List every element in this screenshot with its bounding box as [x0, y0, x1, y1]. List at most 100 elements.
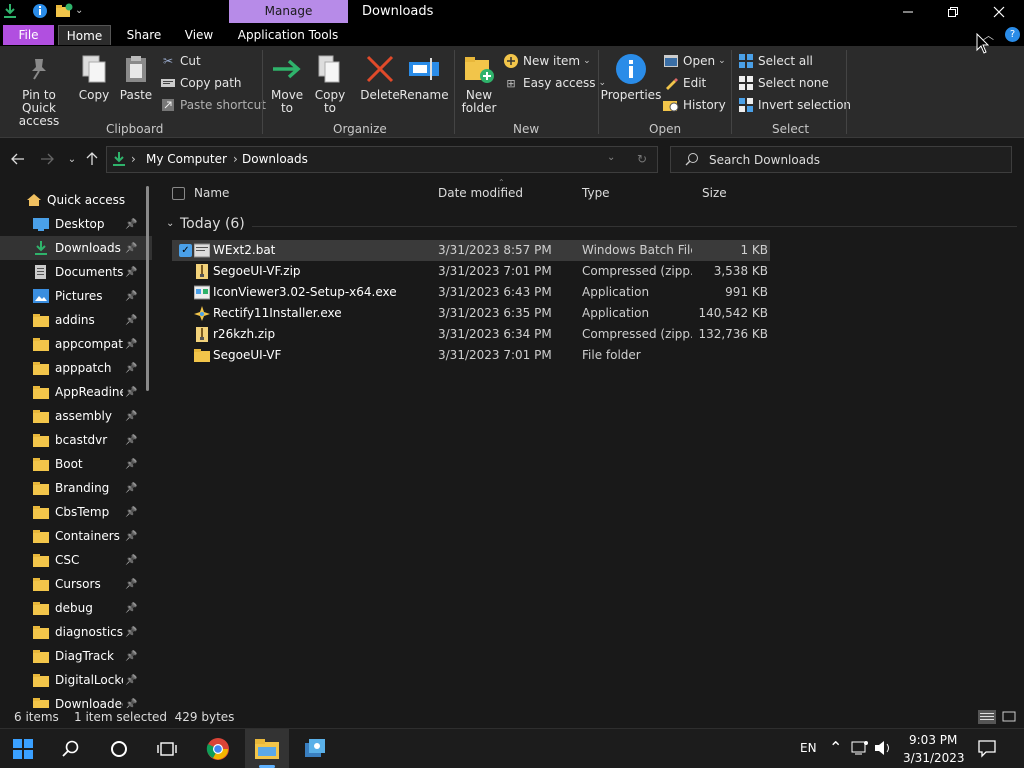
- search-box[interactable]: [670, 146, 1012, 173]
- network-icon[interactable]: [851, 740, 869, 759]
- file-row[interactable]: r26kzh.zip 3/31/2023 6:34 PM Compressed (z…: [172, 324, 770, 345]
- back-arrow-icon[interactable]: [9, 150, 27, 168]
- sidebar-item-digitallocker[interactable]: DigitalLocker📌: [0, 668, 152, 692]
- paste-shortcut-button[interactable]: Paste shortcut: [160, 96, 266, 114]
- sidebar-item-csc[interactable]: CSC 📌: [0, 548, 152, 572]
- tab-view[interactable]: View: [176, 25, 222, 45]
- refresh-icon[interactable]: ↻: [637, 152, 647, 166]
- copy-path-label: Copy path: [180, 76, 242, 90]
- properties-button[interactable]: Properties: [601, 52, 661, 102]
- column-size[interactable]: Size: [702, 186, 727, 200]
- sidebar-scrollbar[interactable]: [146, 186, 149, 391]
- manage-tab[interactable]: Manage: [229, 0, 348, 23]
- pinned-app-button[interactable]: [293, 729, 337, 768]
- file-explorer-taskbar-button[interactable]: [245, 729, 289, 768]
- sidebar-item-quick-access[interactable]: Quick access: [0, 188, 152, 212]
- large-icons-view-icon[interactable]: [1002, 710, 1016, 727]
- sidebar-item-apppatch[interactable]: apppatch 📌: [0, 356, 152, 380]
- file-row[interactable]: ✓ WExt2.bat 3/31/2023 8:57 PM Windows Batch…: [172, 240, 770, 261]
- sidebar-item-assembly[interactable]: assembly 📌: [0, 404, 152, 428]
- address-dropdown-icon[interactable]: ⌄: [607, 152, 615, 163]
- search-taskbar-button[interactable]: [49, 729, 93, 768]
- address-bar[interactable]: › My Computer › Downloads ⌄ ↻: [106, 146, 658, 173]
- file-row[interactable]: SegoeUI-VF 3/31/2023 7:01 PM File folder: [172, 345, 770, 366]
- new-folder-icon[interactable]: [55, 3, 73, 19]
- tab-home[interactable]: Home: [58, 25, 111, 45]
- invert-selection-button[interactable]: Invert selection: [738, 96, 851, 114]
- sidebar-item-boot[interactable]: Boot 📌: [0, 452, 152, 476]
- volume-icon[interactable]: [874, 740, 892, 759]
- column-date-modified[interactable]: Date modified: [438, 186, 523, 200]
- row-checkbox[interactable]: ✓: [179, 244, 192, 257]
- copy-path-button[interactable]: Copy path: [160, 74, 242, 92]
- sidebar-item-containers[interactable]: Containers 📌: [0, 524, 152, 548]
- sidebar-item-downloads[interactable]: Downloads 📌: [0, 236, 152, 260]
- start-button[interactable]: [1, 729, 45, 768]
- easy-access-button[interactable]: ⊞ Easy access ⌄: [503, 74, 606, 92]
- chrome-button[interactable]: [196, 729, 240, 768]
- select-all-button[interactable]: Select all: [738, 52, 813, 70]
- cortana-button[interactable]: [97, 729, 141, 768]
- forward-arrow-icon[interactable]: [38, 150, 56, 168]
- download-arrow-icon[interactable]: [2, 3, 18, 19]
- breadcrumb-downloads[interactable]: Downloads: [242, 152, 308, 166]
- sidebar-item-appcompat[interactable]: appcompat 📌: [0, 332, 152, 356]
- recent-locations-icon[interactable]: ⌄: [63, 150, 81, 168]
- up-arrow-icon[interactable]: [83, 150, 101, 168]
- open-button[interactable]: Open ⌄: [663, 52, 726, 70]
- customize-quick-access-icon[interactable]: ⌄: [75, 3, 91, 19]
- language-indicator[interactable]: EN: [800, 741, 817, 755]
- sidebar-item-bcastdvr[interactable]: bcastdvr 📌: [0, 428, 152, 452]
- help-icon[interactable]: ?: [1005, 27, 1020, 42]
- cut-button[interactable]: ✂ Cut: [160, 52, 201, 70]
- select-none-button[interactable]: Select none: [738, 74, 829, 92]
- new-item-button[interactable]: New item ⌄: [503, 52, 591, 70]
- pin-icon: 📌: [125, 554, 138, 566]
- sidebar-item-cursors[interactable]: Cursors 📌: [0, 572, 152, 596]
- copy-to-button[interactable]: Copy to: [312, 52, 348, 115]
- sidebar-item-downloaded[interactable]: Downloaded 📌: [0, 692, 152, 708]
- clock-date[interactable]: 3/31/2023: [903, 751, 965, 765]
- sidebar-item-branding[interactable]: Branding 📌: [0, 476, 152, 500]
- clock-time[interactable]: 9:03 PM: [909, 733, 957, 747]
- group-collapse-icon[interactable]: ⌄: [166, 218, 174, 229]
- sidebar-item-diagtrack[interactable]: DiagTrack 📌: [0, 644, 152, 668]
- properties-icon[interactable]: [32, 3, 48, 19]
- pin-to-quick-access-button[interactable]: Pin to Quick access: [6, 52, 72, 128]
- sidebar-item-addins[interactable]: addins 📌: [0, 308, 152, 332]
- tab-file[interactable]: File: [3, 25, 54, 45]
- tab-application-tools[interactable]: Application Tools: [236, 25, 340, 45]
- paste-button[interactable]: Paste: [118, 52, 154, 102]
- sidebar-item-documents[interactable]: Documents 📌: [0, 260, 152, 284]
- sidebar-item-debug[interactable]: debug 📌: [0, 596, 152, 620]
- tab-share[interactable]: Share: [120, 25, 168, 45]
- notifications-icon[interactable]: [978, 740, 996, 761]
- details-view-icon[interactable]: [978, 710, 996, 727]
- minimize-button[interactable]: [885, 0, 931, 23]
- breadcrumb-my-computer[interactable]: My Computer: [146, 152, 227, 166]
- show-hidden-icons-icon[interactable]: ⌃: [829, 738, 842, 757]
- new-folder-button[interactable]: New folder: [460, 52, 498, 115]
- select-all-checkbox[interactable]: [172, 187, 185, 200]
- file-row[interactable]: IconViewer3.02-Setup-x64.exe 3/31/2023 6:…: [172, 282, 770, 303]
- group-header-today[interactable]: Today (6): [180, 216, 245, 232]
- sidebar-item-cbstemp[interactable]: CbsTemp 📌: [0, 500, 152, 524]
- edit-button[interactable]: Edit: [663, 74, 706, 92]
- rename-button[interactable]: Rename: [399, 52, 449, 102]
- search-input[interactable]: [709, 151, 999, 169]
- task-view-button[interactable]: [145, 729, 189, 768]
- sidebar-item-appreadiness[interactable]: AppReadiness📌: [0, 380, 152, 404]
- file-row[interactable]: Rectify11Installer.exe 3/31/2023 6:35 PM A…: [172, 303, 770, 324]
- close-button[interactable]: [976, 0, 1022, 23]
- column-type[interactable]: Type: [582, 186, 610, 200]
- delete-button[interactable]: Delete: [360, 52, 400, 102]
- copy-button[interactable]: Copy: [77, 52, 111, 102]
- sidebar-item-pictures[interactable]: Pictures 📌: [0, 284, 152, 308]
- file-row[interactable]: SegoeUI-VF.zip 3/31/2023 7:01 PM Compresse…: [172, 261, 770, 282]
- sidebar-item-diagnostics[interactable]: diagnostics 📌: [0, 620, 152, 644]
- restore-button[interactable]: [930, 0, 976, 23]
- column-name[interactable]: Name: [194, 186, 229, 200]
- history-button[interactable]: History: [663, 96, 726, 114]
- sidebar-item-desktop[interactable]: Desktop 📌: [0, 212, 152, 236]
- move-to-button[interactable]: Move to: [268, 52, 306, 115]
